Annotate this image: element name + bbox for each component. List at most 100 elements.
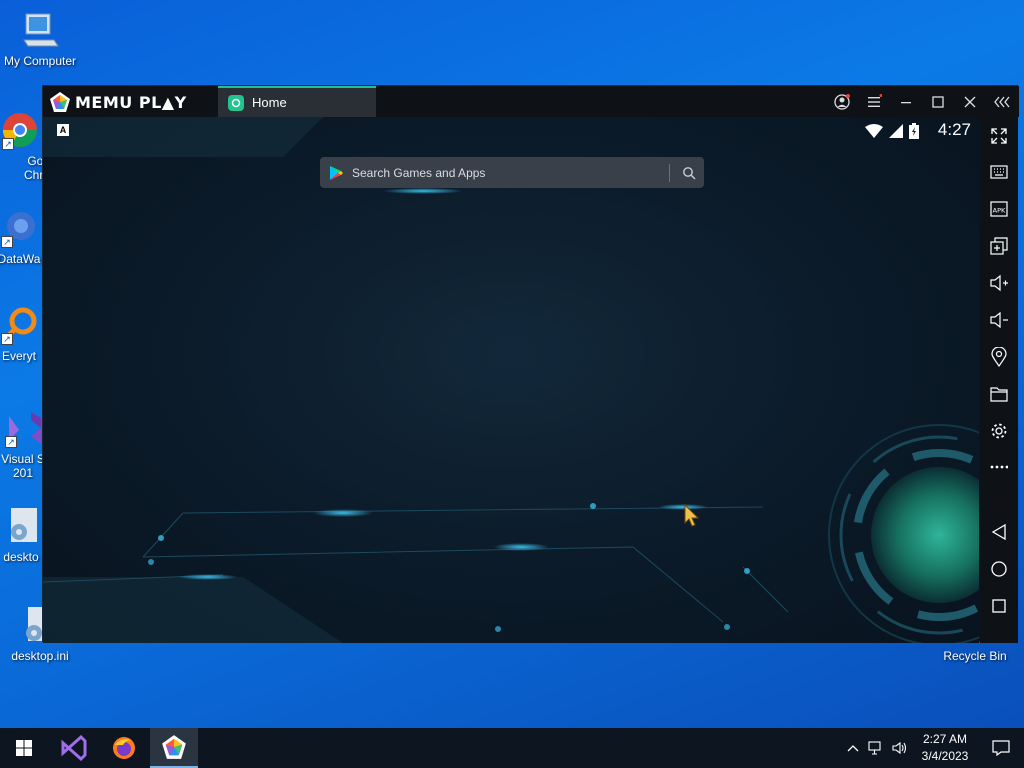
battery-icon <box>909 123 919 139</box>
desktop-icon-desktop-ini-1[interactable]: deskto <box>0 506 46 564</box>
system-tray: 2:27 AM 3/4/2023 <box>842 728 1024 768</box>
home-tab-icon <box>228 94 244 111</box>
back-icon <box>991 523 1006 541</box>
multi-instance-icon <box>990 237 1008 255</box>
android-home-button[interactable] <box>989 559 1009 579</box>
search-icon <box>683 166 696 179</box>
network-button[interactable] <box>864 741 888 755</box>
android-status-bar: A 4:27 <box>43 117 979 143</box>
folder-icon <box>990 387 1008 402</box>
emulator-toolbar: APK <box>980 117 1018 643</box>
maximize-button[interactable] <box>929 93 947 111</box>
minimize-icon <box>901 101 911 103</box>
memu-logo-icon <box>162 735 186 759</box>
windows-logo-icon <box>16 740 32 756</box>
desktop-icon-label: Recycle Bin <box>943 649 1007 663</box>
action-center-button[interactable] <box>978 740 1024 756</box>
network-icon <box>868 741 881 755</box>
desktop-icon-label: Visual S 201 <box>1 452 45 480</box>
desktop-icon-visual-studio[interactable]: ↗ Visual S 201 <box>0 408 48 480</box>
taskbar: 2:27 AM 3/4/2023 <box>0 728 1024 768</box>
start-button[interactable] <box>0 728 48 768</box>
desktop-icon-label: deskto <box>3 550 39 564</box>
everything-icon: ↗ <box>0 305 39 345</box>
visual-studio-icon: ↗ <box>3 408 43 448</box>
firefox-icon <box>113 737 135 759</box>
search-divider <box>669 163 670 182</box>
keyboard-button[interactable] <box>989 162 1009 182</box>
tab-home[interactable]: Home <box>218 86 376 117</box>
desktop-icon-label: desktop.ini <box>11 649 69 663</box>
search-input[interactable]: Search Games and Apps <box>352 166 669 180</box>
recents-icon <box>992 599 1006 613</box>
shared-folder-button[interactable] <box>989 384 1009 404</box>
search-button[interactable] <box>678 162 700 184</box>
my-computer-icon <box>20 10 60 50</box>
show-hidden-icons-button[interactable] <box>842 744 864 752</box>
shortcut-arrow-icon: ↗ <box>2 138 14 150</box>
install-apk-button[interactable]: APK <box>989 199 1009 219</box>
taskbar-clock[interactable]: 2:27 AM 3/4/2023 <box>912 731 978 765</box>
desktop-icon-label: Everyt <box>1 349 36 363</box>
location-button[interactable] <box>989 347 1009 367</box>
taskbar-visual-studio[interactable] <box>50 728 98 768</box>
volume-button[interactable] <box>888 741 912 755</box>
double-chevron-left-icon <box>994 96 1010 107</box>
more-button[interactable] <box>989 457 1009 477</box>
speaker-icon <box>892 741 907 755</box>
datawarrior-icon: ↗ <box>0 208 39 248</box>
fullscreen-icon <box>991 128 1007 144</box>
menu-button[interactable] <box>865 93 883 111</box>
settings-button[interactable] <box>989 421 1009 441</box>
search-bar[interactable]: Search Games and Apps <box>320 157 704 188</box>
chrome-icon: ↗ <box>0 110 40 150</box>
account-icon <box>834 93 850 110</box>
close-icon <box>964 96 976 107</box>
settings-icon <box>991 423 1007 439</box>
collapse-toolbar-button[interactable] <box>993 93 1011 111</box>
keyboard-indicator-icon: A <box>57 124 69 136</box>
chevron-up-icon <box>847 745 859 752</box>
settings-file-icon <box>1 506 41 546</box>
desktop-icon-label: DataWa <box>0 252 41 266</box>
minimize-button[interactable] <box>897 93 915 111</box>
android-back-button[interactable] <box>989 522 1009 542</box>
account-button[interactable] <box>833 93 851 111</box>
desktop-icon-my-computer[interactable]: My Computer <box>0 10 80 68</box>
more-icon <box>990 465 1008 469</box>
volume-down-button[interactable] <box>989 310 1009 330</box>
apk-icon: APK <box>990 201 1008 217</box>
memu-logo: MEMU PL▲Y <box>49 91 187 113</box>
shortcut-arrow-icon: ↗ <box>5 436 17 448</box>
mouse-cursor-icon <box>684 504 700 527</box>
window-controls <box>833 86 1011 117</box>
volume-up-button[interactable] <box>989 273 1009 293</box>
desktop-icon-everything[interactable]: ↗ Everyt <box>0 305 44 363</box>
status-icons <box>865 123 919 139</box>
memu-window: MEMU PL▲Y Home A 4:27 Search Games and A… <box>42 85 1019 643</box>
title-bar[interactable]: MEMU PL▲Y Home <box>43 86 1019 117</box>
taskbar-firefox[interactable] <box>100 728 148 768</box>
shortcut-arrow-icon: ↗ <box>1 333 13 345</box>
multi-instance-button[interactable] <box>989 236 1009 256</box>
wifi-icon <box>865 124 883 138</box>
memu-logo-text: MEMU PL▲Y <box>75 92 187 112</box>
notification-icon <box>992 740 1010 756</box>
desktop-icon-datawarrior[interactable]: ↗ DataWa <box>0 208 44 266</box>
desktop-icon-label: My Computer <box>3 54 77 68</box>
android-screen[interactable]: A 4:27 Search Games and Apps <box>43 117 979 643</box>
taskbar-date: 3/4/2023 <box>921 749 969 763</box>
fullscreen-button[interactable] <box>989 126 1009 146</box>
keyboard-icon <box>990 165 1008 179</box>
taskbar-memu[interactable] <box>150 728 198 768</box>
shortcut-arrow-icon: ↗ <box>1 236 13 248</box>
volume-down-icon <box>990 311 1008 329</box>
memu-logo-icon <box>50 92 70 112</box>
taskbar-time: 2:27 AM <box>922 732 968 746</box>
signal-icon <box>889 124 903 138</box>
status-clock: 4:27 <box>937 120 971 139</box>
android-recents-button[interactable] <box>989 596 1009 616</box>
location-icon <box>991 347 1007 367</box>
volume-up-icon <box>990 274 1008 292</box>
close-button[interactable] <box>961 93 979 111</box>
